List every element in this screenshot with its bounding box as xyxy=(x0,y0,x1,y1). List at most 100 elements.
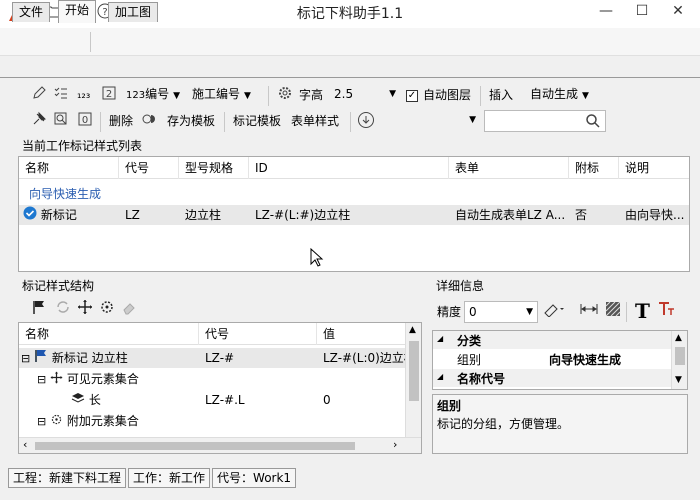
font-height-value: 2.5 xyxy=(334,87,354,101)
search-icon[interactable] xyxy=(585,113,601,135)
flag-icon[interactable] xyxy=(28,299,50,321)
row-spec: 边立柱 xyxy=(185,208,222,222)
column-header[interactable]: 型号规格 xyxy=(179,157,249,179)
gear-icon[interactable] xyxy=(274,85,296,107)
description-box: 组别 标记的分组，方便管理。 xyxy=(432,394,688,454)
tree-row[interactable]: ⊟ 附加元素集合 xyxy=(19,411,405,431)
section-category: 分类 xyxy=(457,334,482,348)
numbering-label: 编号 xyxy=(145,87,170,101)
move-icon xyxy=(50,370,63,390)
mouse-cursor-icon xyxy=(310,247,324,271)
auto-layer-checkbox[interactable]: ✓ xyxy=(406,88,418,102)
text-style-icon[interactable] xyxy=(654,301,678,323)
row-desc: 由向导快... xyxy=(625,208,685,222)
checklist-icon[interactable] xyxy=(50,85,72,107)
text-icon[interactable]: T xyxy=(632,300,653,322)
toolbar-separator xyxy=(626,302,627,322)
close-button[interactable]: ✕ xyxy=(660,0,696,22)
zero-frame-icon[interactable]: 0 xyxy=(74,111,96,133)
svg-text:2: 2 xyxy=(106,89,112,100)
save-template-button[interactable]: 存为模板 xyxy=(164,110,218,132)
column-header[interactable]: 名称 xyxy=(19,157,119,179)
numbering-dropdown[interactable]: 123编号 ▼ xyxy=(122,84,184,106)
tree-value xyxy=(317,369,405,389)
insert-button[interactable]: 插入 xyxy=(486,84,516,106)
collapse-icon[interactable]: ⊟ xyxy=(21,352,30,365)
group-header[interactable]: 向导快速生成 xyxy=(29,185,101,202)
tree-code: LZ-#.L xyxy=(205,393,245,407)
dimension-icon[interactable] xyxy=(576,301,602,323)
tab-file[interactable]: 文件 xyxy=(12,2,51,22)
download-circle-icon[interactable] xyxy=(354,111,378,133)
collapse-triangle-icon[interactable]: ◢ xyxy=(437,372,443,381)
column-header[interactable]: 代号 xyxy=(119,157,179,179)
font-height-dropdown[interactable]: 2.5 ▼ xyxy=(330,84,400,106)
row-attach: 否 xyxy=(575,208,588,222)
property-section[interactable]: ◢ 名称代号 xyxy=(433,369,671,387)
scrollbar-thumb[interactable] xyxy=(409,341,419,401)
tree-scrollbar-horizontal[interactable]: ‹ › xyxy=(19,437,421,453)
column-header[interactable]: 表单 xyxy=(449,157,569,179)
tree-row[interactable]: ⊟ 新标记 边立柱 LZ-# LZ-#(L:0)边立柱 xyxy=(19,348,405,368)
move-icon[interactable] xyxy=(74,299,96,321)
tree-row[interactable]: ⊟ 可见元素集合 xyxy=(19,369,405,389)
pencil-icon[interactable] xyxy=(28,85,50,107)
tree-value: 0 xyxy=(323,393,331,407)
scroll-up-icon[interactable]: ▲ xyxy=(675,333,682,343)
refresh-icon[interactable] xyxy=(52,299,74,321)
minimize-button[interactable]: — xyxy=(588,0,624,22)
mark-template-button[interactable]: 标记模板 xyxy=(230,110,284,132)
ribbon-row-2: 0 删除 存为模板 标记模板 表单样式 ▼ xyxy=(20,110,620,134)
svg-text:0: 0 xyxy=(82,115,88,126)
toggle-icon[interactable] xyxy=(138,111,160,133)
section-name-code: 名称代号 xyxy=(457,372,506,386)
pin-icon[interactable] xyxy=(28,111,50,133)
tree-row[interactable]: 长 LZ-#.L 0 xyxy=(19,390,405,410)
toolbar-separator xyxy=(350,112,351,132)
ruler-icon[interactable] xyxy=(540,301,568,323)
target-gear-icon[interactable] xyxy=(96,299,118,321)
template-dropdown[interactable]: ▼ xyxy=(376,110,480,132)
collapse-icon[interactable]: ⊟ xyxy=(37,415,46,428)
precision-dropdown[interactable]: 0 ▼ xyxy=(464,301,538,323)
search-input[interactable] xyxy=(484,110,606,132)
column-header[interactable]: ID xyxy=(249,157,449,179)
auto-generate-dropdown[interactable]: 自动生成 ▼ xyxy=(526,84,593,106)
bracket-number-icon[interactable]: 2 xyxy=(98,85,120,107)
numbering-icon[interactable]: ₁₂₃ xyxy=(74,84,93,106)
property-grid: ◢ 分类 组别 向导快速生成 ◢ 名称代号 ▲ ▼ xyxy=(432,330,688,390)
chevron-down-icon: ▼ xyxy=(173,91,181,101)
chevron-down-icon: ▼ xyxy=(469,115,476,125)
construction-number-dropdown[interactable]: 施工编号 ▼ xyxy=(188,84,255,106)
hatch-icon[interactable] xyxy=(602,301,624,323)
scroll-left-icon[interactable]: ‹ xyxy=(23,438,27,451)
column-header[interactable]: 代号 xyxy=(199,323,317,345)
tab-process-drawing[interactable]: 加工图 xyxy=(108,2,159,22)
form-style-button[interactable]: 表单样式 xyxy=(288,110,342,132)
property-section[interactable]: ◢ 分类 xyxy=(433,331,671,349)
scroll-right-icon[interactable]: › xyxy=(393,438,397,451)
column-header[interactable]: 名称 xyxy=(19,323,199,345)
precision-label: 精度 xyxy=(437,305,462,319)
column-header[interactable]: 值 xyxy=(317,323,405,345)
scroll-up-icon[interactable]: ▲ xyxy=(409,325,416,335)
collapse-icon[interactable]: ⊟ xyxy=(37,373,46,386)
scroll-down-icon[interactable]: ▼ xyxy=(675,375,682,385)
property-row[interactable]: 组别 向导快速生成 xyxy=(433,349,671,369)
eraser-icon[interactable] xyxy=(118,299,140,321)
tab-start[interactable]: 开始 xyxy=(58,0,97,23)
delete-button[interactable]: 删除 xyxy=(106,110,136,132)
scrollbar-thumb[interactable] xyxy=(675,347,685,365)
tree-scrollbar-vertical[interactable]: ▲ xyxy=(405,323,421,437)
column-header[interactable]: 附标 xyxy=(569,157,619,179)
table-row[interactable]: 新标记 LZ 边立柱 LZ-#(L:#)边立柱 自动生成表单LZ A... 否 … xyxy=(19,205,689,225)
property-scrollbar[interactable]: ▲ ▼ xyxy=(671,331,687,389)
tree-name: 长 xyxy=(88,393,101,407)
column-header[interactable]: 说明 xyxy=(619,157,689,179)
scrollbar-thumb[interactable] xyxy=(35,442,355,450)
collapse-triangle-icon[interactable]: ◢ xyxy=(437,334,443,343)
style-list-grid: 名称 代号 型号规格 ID 表单 附标 说明 向导快速生成 新标记 LZ 边立柱… xyxy=(18,156,690,272)
zoom-frame-icon[interactable] xyxy=(50,111,72,133)
maximize-button[interactable]: ☐ xyxy=(624,0,660,22)
style-list-title: 当前工作标记样式列表 xyxy=(22,139,143,153)
